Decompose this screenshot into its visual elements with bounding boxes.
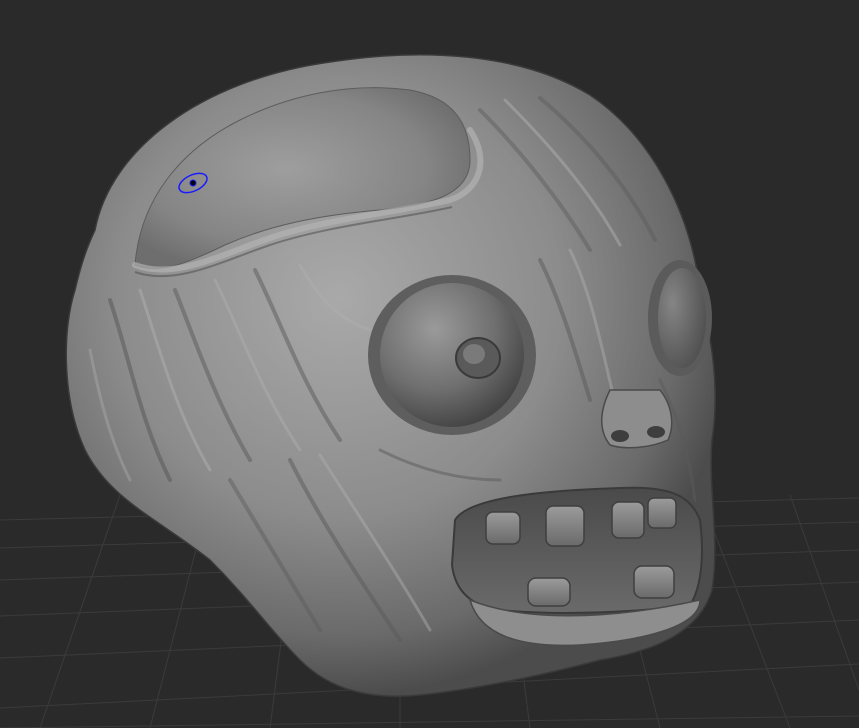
tooth bbox=[633, 565, 675, 599]
left-nostril bbox=[611, 430, 629, 442]
tooth bbox=[647, 497, 677, 529]
left-pupil-highlight bbox=[463, 344, 485, 364]
3d-viewport[interactable] bbox=[0, 0, 859, 728]
tooth bbox=[545, 505, 585, 547]
tooth bbox=[485, 511, 521, 545]
left-eyeball bbox=[380, 283, 524, 427]
viewport-canvas[interactable] bbox=[0, 0, 859, 728]
right-eyeball bbox=[658, 268, 706, 368]
right-nostril bbox=[647, 426, 665, 438]
nose bbox=[601, 389, 673, 449]
zombie-head-model[interactable] bbox=[65, 54, 716, 697]
tooth bbox=[611, 501, 645, 539]
tooth bbox=[527, 577, 571, 607]
